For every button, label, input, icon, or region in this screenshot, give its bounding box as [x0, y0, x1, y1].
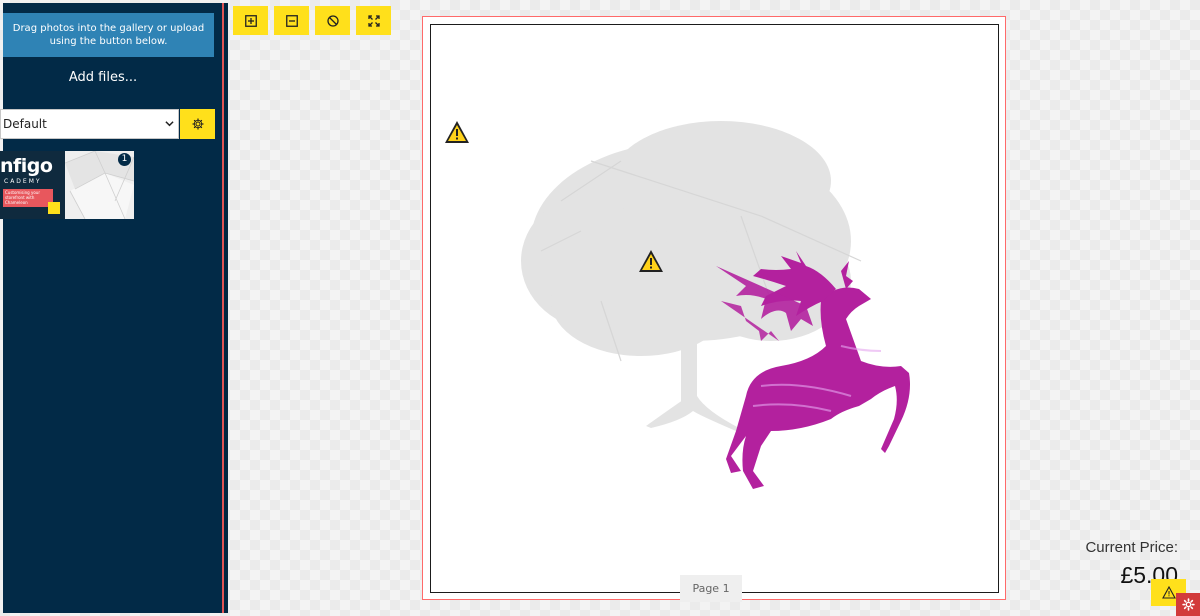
- add-files-button[interactable]: Add files...: [3, 70, 203, 85]
- fit-to-page-button[interactable]: [356, 6, 391, 35]
- thumbnail-logo-subtext: CADEMY: [4, 178, 42, 185]
- settings-button[interactable]: [1176, 593, 1200, 616]
- warning-icon[interactable]: [637, 248, 665, 274]
- usage-count-badge: 1: [118, 153, 131, 166]
- page-label[interactable]: Page 1: [680, 575, 742, 602]
- zoom-out-button[interactable]: [274, 6, 309, 35]
- photo-sidebar: [3, 3, 222, 613]
- design-page[interactable]: [430, 24, 999, 593]
- gallery-thumbnail[interactable]: nfigo CADEMY Customising your storefront…: [0, 151, 69, 219]
- page-artwork: [521, 121, 910, 489]
- fit-to-page-icon: [367, 14, 380, 27]
- clear-button[interactable]: [315, 6, 350, 35]
- zoom-in-button[interactable]: [233, 6, 268, 35]
- warning-icon[interactable]: [443, 119, 471, 145]
- upload-info-banner: Drag photos into the gallery or upload u…: [3, 13, 214, 57]
- clear-icon: [326, 14, 339, 27]
- price-label: Current Price:: [1085, 539, 1178, 556]
- album-settings-button[interactable]: [180, 109, 215, 139]
- warning-icon: [1161, 586, 1176, 599]
- upload-info-text: Drag photos into the gallery or upload u…: [12, 23, 205, 47]
- sidebar-resize-handle[interactable]: [224, 3, 228, 613]
- thumbnail-banner: Customising your storefront with Chamele…: [3, 189, 53, 207]
- zoom-in-icon: [244, 14, 257, 27]
- thumbnail-logo-text: nfigo: [0, 155, 53, 177]
- zoom-out-icon: [285, 14, 298, 27]
- gear-icon: [1181, 598, 1195, 611]
- thumbnail-accent: [48, 202, 60, 214]
- album-select-value: Default: [3, 117, 47, 131]
- gear-icon: [191, 118, 204, 130]
- album-select[interactable]: Default: [0, 109, 179, 139]
- chevron-down-icon: [165, 121, 174, 127]
- gallery-thumbnail[interactable]: 1: [65, 151, 134, 219]
